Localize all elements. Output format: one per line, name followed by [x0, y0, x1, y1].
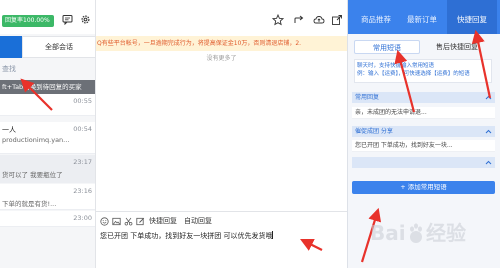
phrase-group-header[interactable]: 催促成团 分享 [352, 126, 495, 137]
chat-header [96, 0, 347, 34]
conversation-preview: 下单的就是有货!... [2, 200, 57, 208]
input-toolbar: 快捷回复 自动回复 [100, 215, 212, 227]
edit-icon[interactable] [136, 217, 145, 226]
usage-hint: 聊天时，支持快捷输入常用短语 例：输入【运费】，可快速选择【运费】的短语 [354, 59, 492, 83]
phrase-group-header[interactable] [352, 157, 495, 168]
chevron-up-icon [485, 92, 492, 107]
message-input-area: 快捷回复 自动回复 您已开团 下单成功，找到好友一块拼团 可以优先发货哦 [96, 211, 347, 268]
scissors-icon[interactable] [124, 217, 133, 226]
subtab-after-sale-replies[interactable]: 售后快捷回复 [424, 40, 490, 54]
tab-product-recommend[interactable]: 商品推荐 [356, 0, 396, 34]
image-icon[interactable] [112, 217, 121, 226]
shortcut-tooltip: ft+Tab切换到待回复的买家 [0, 80, 95, 94]
conversation-panel: 回复率100.00% 全部会话 查找 ft+Tab切换到待回复的买家 00:55… [0, 0, 96, 268]
usage-hint-line: 聊天时，支持快捷输入常用短语 [357, 63, 435, 69]
message-input-value: 您已开团 下单成功，找到好友一块拼团 可以优先发货哦 [100, 232, 273, 240]
side-panel-tabs: 商品推荐 最新订单 快捷回复 [348, 0, 500, 34]
star-icon[interactable] [271, 13, 285, 26]
conversation-tabs: 全部会话 [0, 36, 95, 58]
svg-text:Bai: Bai [370, 221, 406, 245]
phrase-group: 催促成团 分享 您已开团 下单成功，找到好友一块... [352, 126, 495, 152]
conversation-time: 00:55 [73, 97, 92, 105]
message-input[interactable]: 您已开团 下单成功，找到好友一块拼团 可以优先发货哦 [100, 231, 274, 241]
conversation-time: 23:17 [73, 158, 92, 166]
cloud-upload-icon[interactable] [313, 14, 325, 26]
conversation-preview: 货可以了 我要瓶位了 [2, 171, 63, 179]
tab-pending-reply[interactable] [0, 36, 22, 58]
add-phrase-button[interactable]: + 添加常用短语 [352, 181, 495, 194]
no-more-messages: 没有更多了 [206, 55, 237, 62]
left-header: 回复率100.00% [0, 0, 95, 34]
share-icon[interactable] [293, 14, 305, 26]
auto-reply-button[interactable]: 自动回复 [184, 216, 212, 226]
phrase-group-header[interactable]: 常用回复 [352, 92, 495, 103]
quick-reply-subtabs: 常用短语 售后快捷回复 [354, 40, 494, 54]
svg-text:经验: 经验 [426, 221, 466, 245]
tab-latest-orders[interactable]: 最新订单 [402, 0, 442, 34]
text-caret [272, 231, 274, 239]
quick-reply-button[interactable]: 快捷回复 [149, 216, 177, 226]
baidu-watermark-logo: Bai 经验 [370, 221, 466, 245]
reply-rate-badge: 回复率100.00% [2, 15, 54, 27]
conversation-preview: productionimq.yan... [2, 136, 70, 144]
conversation-time: 23:00 [73, 214, 92, 222]
phrase-item[interactable]: 亲，未成团的无法申请退... [352, 107, 495, 119]
phrase-group [352, 157, 495, 168]
chevron-up-icon [485, 126, 492, 141]
tab-quick-reply[interactable]: 快捷回复 [447, 0, 497, 34]
tab-all-conversations[interactable]: 全部会话 [22, 36, 95, 58]
phrase-group: 常用回复 亲，未成团的无法申请退... [352, 92, 495, 119]
search-input[interactable]: 查找 [0, 62, 95, 76]
conversation-time: 00:54 [73, 125, 92, 133]
chevron-up-icon [485, 157, 492, 172]
gear-icon[interactable] [80, 14, 91, 25]
conversation-item[interactable]: 一人 00:54 productionimq.yan... [0, 122, 95, 154]
phrase-item[interactable]: 您已开团 下单成功，找到好友一块... [352, 140, 495, 152]
notice-banner: Q有些平台帐号，一旦逾期完成行为，将提高保证金10万，否则清退店铺，2. [96, 36, 347, 51]
conversation-item[interactable]: 23:00 [0, 211, 95, 227]
chat-panel: Q有些平台帐号，一旦逾期完成行为，将提高保证金10万，否则清退店铺，2. 没有更… [96, 0, 347, 268]
conversation-item[interactable]: 23:16 下单的就是有货!... [0, 184, 95, 210]
conversation-name: 一人 [2, 126, 16, 134]
usage-hint-line: 例：输入【运费】，可快速选择【运费】的短语 [357, 71, 470, 77]
conversation-item[interactable]: 00:55 [0, 94, 95, 116]
emoji-icon[interactable] [100, 216, 109, 226]
subtab-common-phrases[interactable]: 常用短语 [354, 40, 420, 54]
conversation-item-selected[interactable]: 23:17 货可以了 我要瓶位了 [0, 155, 95, 183]
conversation-time: 23:16 [73, 187, 92, 195]
export-icon[interactable] [331, 14, 343, 26]
phrase-group-title: 常用回复 [355, 94, 380, 101]
chat-bubble-icon[interactable] [62, 14, 73, 26]
phrase-group-title: 催促成团 分享 [355, 128, 393, 135]
